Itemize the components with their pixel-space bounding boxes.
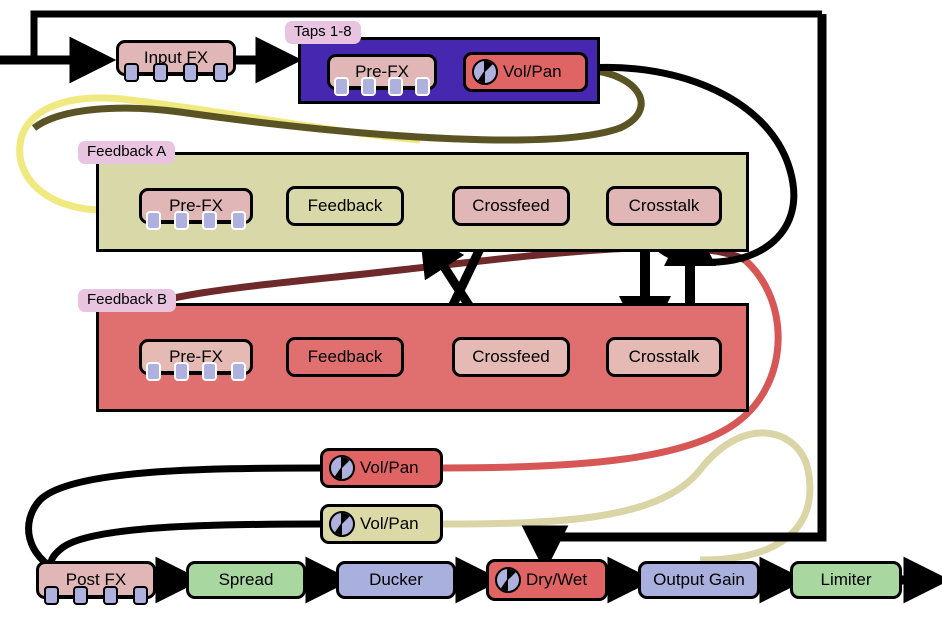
fx-slot-icon[interactable] [202,211,218,230]
fx-slot-rail[interactable] [119,63,233,83]
node-taps-prefx[interactable]: Pre-FX [327,54,437,96]
fx-slot-icon[interactable] [146,362,162,381]
fx-slot-icon[interactable] [174,362,190,381]
fx-slot-rail-line [339,86,425,89]
knob-icon[interactable] [329,511,355,537]
fx-slot-icon[interactable] [153,63,169,82]
node-fbb-crosstalk[interactable]: Crosstalk [606,337,722,377]
node-label: Spread [218,570,274,589]
node-post-fx[interactable]: Post FX [36,561,156,605]
fx-slot-icon[interactable] [123,63,139,82]
node-input-fx[interactable]: Input FX [116,40,236,82]
fx-slot-rail-line [151,220,241,223]
fx-slot-icon[interactable] [202,362,218,381]
node-label: Vol/Pan [503,62,562,81]
node-ducker[interactable]: Ducker [336,561,456,599]
fx-slot-rail-line [151,371,241,374]
fx-slot-icon[interactable] [43,586,59,605]
fx-slot-rail[interactable] [330,77,434,97]
node-output-gain[interactable]: Output Gain [638,561,760,599]
node-fba-feedback[interactable]: Feedback [286,186,404,226]
node-label: Vol/Pan [360,458,419,477]
node-label: Feedback [307,196,383,215]
node-drywet[interactable]: Dry/Wet [486,559,608,601]
node-taps-volpan[interactable]: Vol/Pan [463,52,588,92]
group-label-feedback-a: Feedback A [78,141,176,164]
node-fba-crossfeed[interactable]: Crossfeed [452,186,570,226]
node-label: Output Gain [653,570,745,589]
fx-slot-rail[interactable] [39,586,153,606]
node-fbb-crossfeed[interactable]: Crossfeed [452,337,570,377]
fx-slot-icon[interactable] [102,586,118,605]
node-fbb-prefx[interactable]: Pre-FX [139,339,253,381]
fx-slot-rail-line [129,72,223,75]
node-label: Vol/Pan [360,514,419,533]
fx-slot-icon[interactable] [361,77,377,96]
node-label: Crosstalk [628,196,700,215]
node-limiter[interactable]: Limiter [790,561,902,599]
node-label: Dry/Wet [526,570,588,589]
node-label: Crossfeed [472,196,550,215]
fx-slot-icon[interactable] [174,211,190,230]
fx-slot-rail-line [49,595,143,598]
knob-icon[interactable] [329,455,355,481]
node-label: Crosstalk [628,347,700,366]
knob-icon[interactable] [495,567,521,593]
node-label: Limiter [820,570,872,589]
knob-icon[interactable] [472,59,498,85]
fx-slot-icon[interactable] [146,211,162,230]
fx-slot-icon[interactable] [230,211,246,230]
node-label: Ducker [369,570,423,589]
fx-slot-icon[interactable] [133,586,149,605]
node-fba-prefx[interactable]: Pre-FX [139,188,253,230]
group-label-feedback-b: Feedback B [78,289,177,312]
fx-slot-icon[interactable] [73,586,89,605]
signal-flow-diagram: Taps 1-8 Feedback A Feedback B Input FX … [0,0,942,637]
fx-slot-icon[interactable] [182,63,198,82]
fx-slot-rail[interactable] [142,362,250,382]
node-fba-crosstalk[interactable]: Crosstalk [606,186,722,226]
fx-slot-icon[interactable] [388,77,404,96]
wire-volpan-b-to-post-fx [25,464,321,576]
node-label: Crossfeed [472,347,550,366]
node-fbb-feedback[interactable]: Feedback [286,337,404,377]
fx-slot-rail[interactable] [142,211,250,231]
fx-slot-icon[interactable] [230,362,246,381]
fx-slot-icon[interactable] [213,63,229,82]
node-volpan-a[interactable]: Vol/Pan [320,504,443,544]
node-volpan-b[interactable]: Vol/Pan [320,448,443,488]
fx-slot-icon[interactable] [334,77,350,96]
fx-slot-icon[interactable] [414,77,430,96]
node-spread[interactable]: Spread [186,561,306,599]
group-label-taps: Taps 1-8 [285,21,361,44]
node-label: Feedback [307,347,383,366]
